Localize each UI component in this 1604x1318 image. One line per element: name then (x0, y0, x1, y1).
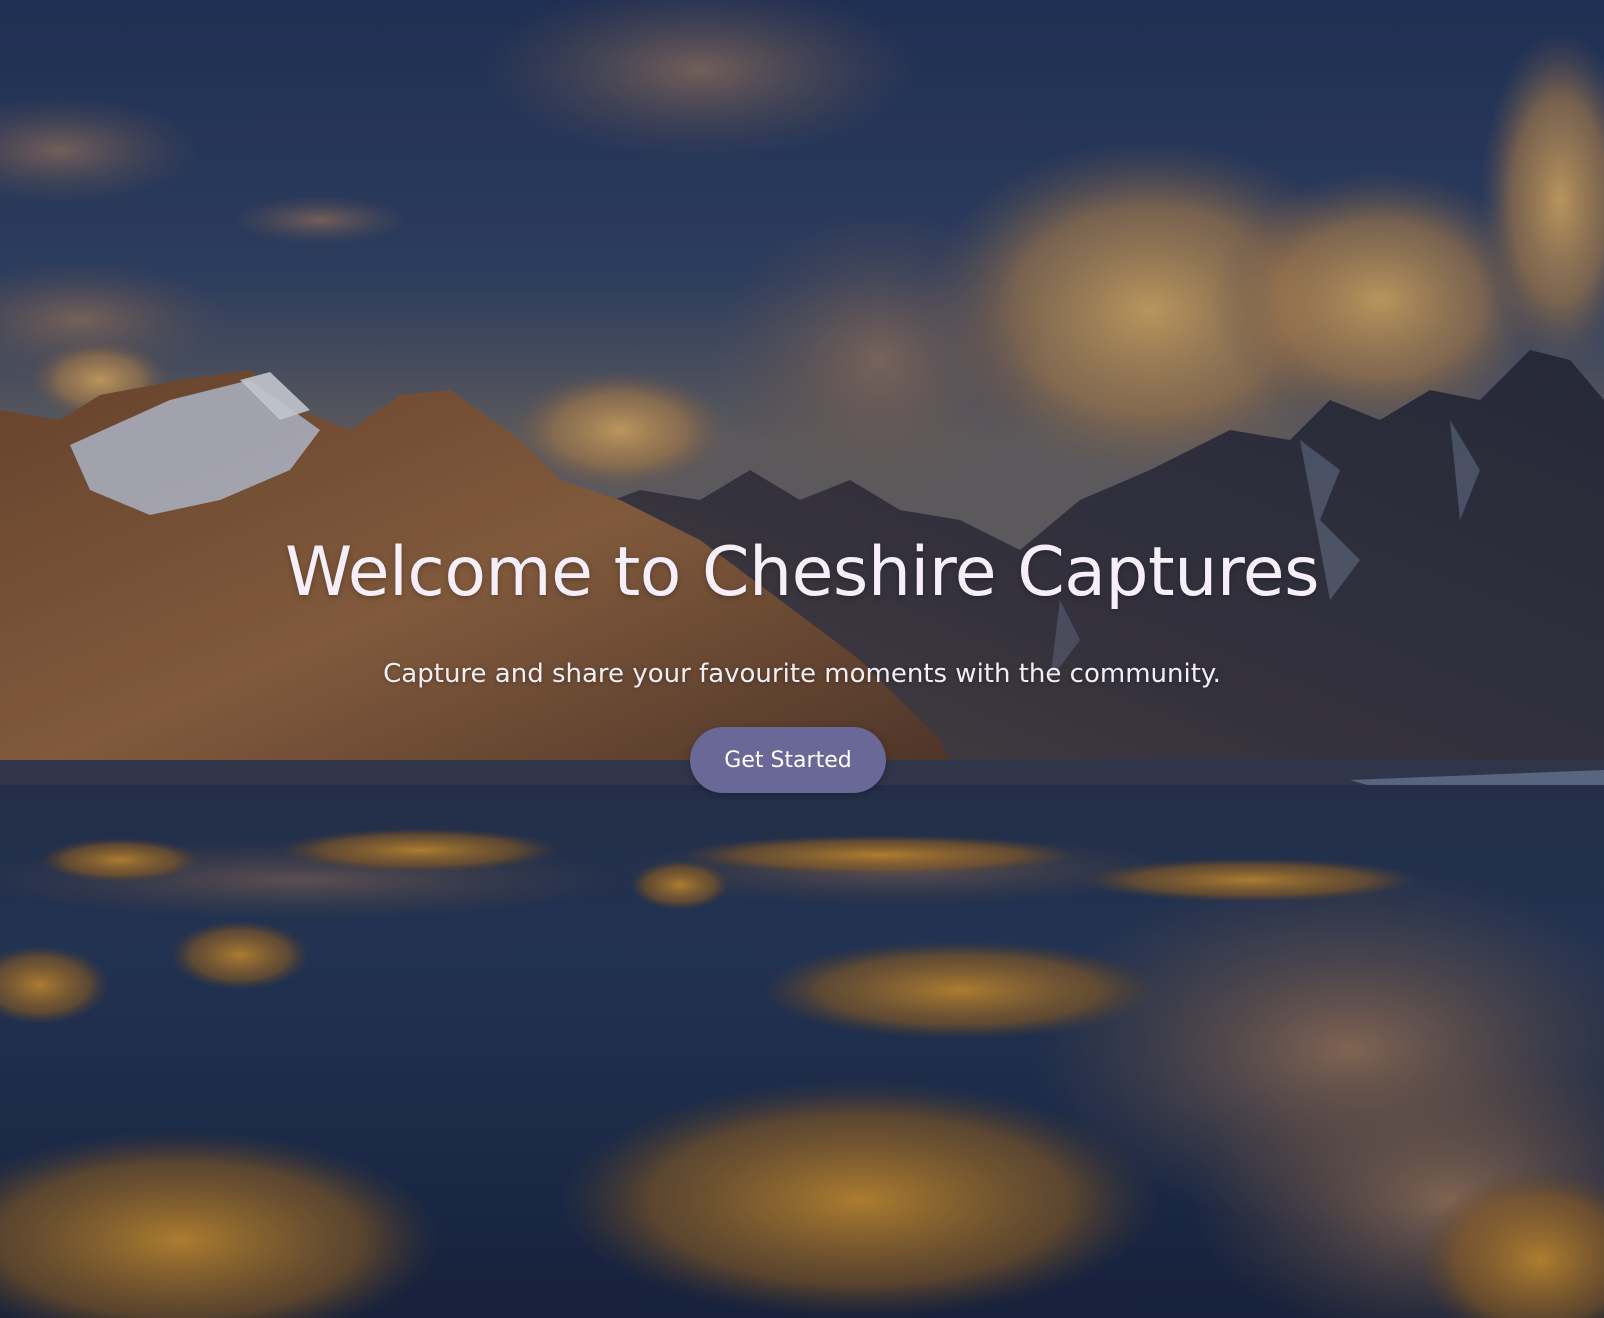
hero-section: Welcome to Cheshire Captures Capture and… (0, 0, 1604, 1318)
hero-title: Welcome to Cheshire Captures (284, 533, 1320, 612)
get-started-button[interactable]: Get Started (690, 727, 886, 793)
hero-subtitle: Capture and share your favourite moments… (383, 659, 1221, 689)
